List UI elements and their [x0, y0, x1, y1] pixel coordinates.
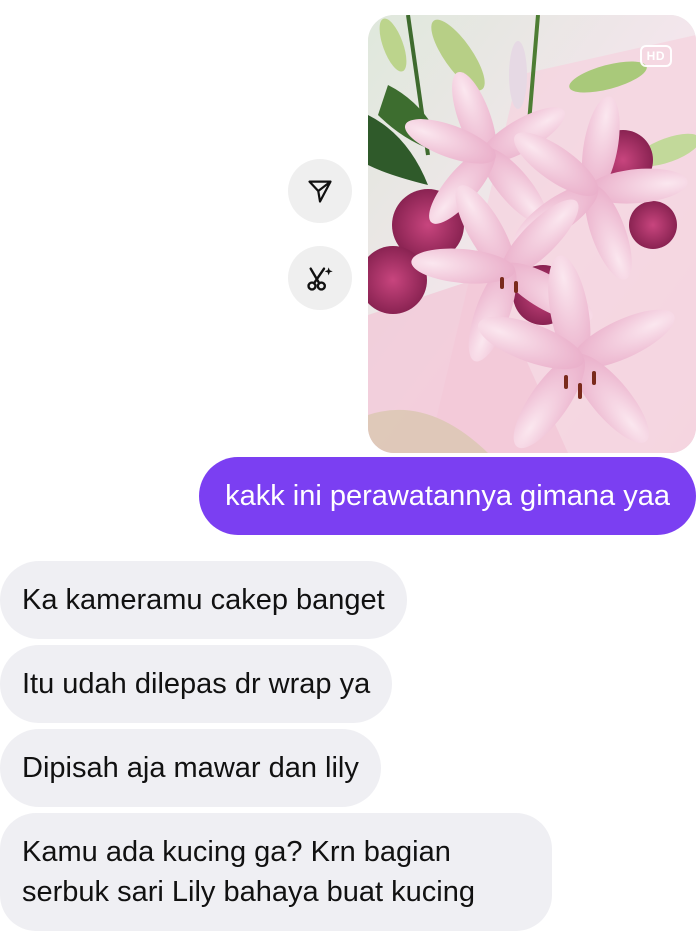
received-message-text-line: Kamu ada kucing ga? Krn bagian — [22, 836, 451, 868]
send-paper-plane-icon — [308, 180, 332, 203]
received-message-text: Itu udah dilepas dr wrap ya — [22, 667, 371, 700]
flower-bouquet-photo — [368, 15, 696, 453]
sent-message-bubble[interactable]: kakk ini perawatannya gimana yaa — [199, 457, 696, 535]
received-message-text-line: serbuk sari Lily bahaya buat kucing — [22, 876, 475, 908]
chat-thread: HD kakk ini perawatannya gimana yaa Ka k… — [0, 0, 698, 949]
received-message-bubble[interactable]: Itu udah dilepas dr wrap ya — [0, 645, 393, 723]
received-message-text: Dipisah aja mawar dan lily — [22, 751, 359, 784]
received-message-bubble[interactable]: Kamu ada kucing ga? Krn bagian serbuk sa… — [0, 813, 552, 931]
received-message-text: Ka kameramu cakep banget — [22, 583, 385, 616]
sent-message-text: kakk ini perawatannya gimana yaa — [225, 479, 670, 512]
share-button[interactable] — [288, 159, 352, 223]
sent-photo-message[interactable]: HD — [368, 15, 696, 453]
ai-edit-button[interactable] — [288, 246, 352, 310]
scissors-sparkle-icon — [307, 267, 333, 291]
received-message-bubble[interactable]: Ka kameramu cakep banget — [0, 561, 407, 639]
hd-badge: HD — [639, 45, 672, 67]
received-message-bubble[interactable]: Dipisah aja mawar dan lily — [0, 729, 381, 807]
